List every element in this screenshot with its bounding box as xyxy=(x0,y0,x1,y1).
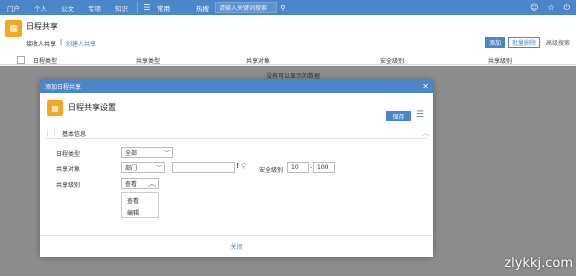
user-icon[interactable]: ☺ xyxy=(530,3,538,12)
add-share-dialog: 添加日程共享 ✕ ▦ 日程共享设置 保存 ☰ ⋮⋮ 基本信息 ︿ 日程类型 全部… xyxy=(40,80,433,257)
save-button[interactable]: 保存 xyxy=(386,111,411,121)
close-icon[interactable]: ✕ xyxy=(422,82,429,91)
column-header-share-level[interactable]: 共享级别 xyxy=(488,56,512,65)
list-icon[interactable]: ☰ xyxy=(416,110,424,120)
row-share-target: 共享对象 部门 ﹀ ! ⚲ 安全级别 10 - 100 xyxy=(40,161,433,175)
menu-icon[interactable]: ☰ xyxy=(140,3,154,12)
row-share-level: 共享级别 查看 ︿ xyxy=(40,177,433,191)
page-title: 日程共享 xyxy=(26,22,58,31)
share-target-type-select[interactable]: 部门 ﹀ xyxy=(121,162,165,173)
share-level-select[interactable]: 查看 ︿ xyxy=(121,178,159,189)
column-header-share-type[interactable]: 共享类型 xyxy=(136,56,160,65)
search-input[interactable]: 请输入关键词搜索 xyxy=(215,2,277,13)
required-icon: ! xyxy=(236,162,240,170)
tab-creator-share[interactable]: 创建人共享 xyxy=(66,39,96,48)
calendar-icon: ▦ xyxy=(47,100,63,116)
chevron-down-icon: ﹀ xyxy=(163,150,170,157)
nav-personal[interactable]: 个人 xyxy=(27,3,54,13)
collapse-icon[interactable]: ︿ xyxy=(422,128,429,138)
column-header-schedule-type[interactable]: 日程类型 xyxy=(33,56,57,65)
dialog-heading: 日程共享设置 xyxy=(68,103,116,112)
nav-special[interactable]: 专项 xyxy=(81,3,108,13)
common-menu[interactable]: 常用 xyxy=(157,3,170,13)
security-max-input[interactable]: 100 xyxy=(313,162,335,173)
page-header: ▦ 日程共享 接收人共享 | 创建人共享 添加 批量删除 高级搜索 xyxy=(0,15,576,55)
tab-separator: | xyxy=(60,39,63,46)
range-dash: - xyxy=(310,164,313,171)
nav-knowledge[interactable]: 知识 xyxy=(108,3,135,13)
star-icon[interactable]: ☆ xyxy=(548,3,555,12)
section-basic-info[interactable]: ⋮⋮ 基本信息 ︿ xyxy=(44,128,429,139)
nav-documents[interactable]: 公文 xyxy=(54,3,81,13)
security-max-value: 100 xyxy=(317,164,329,171)
label-schedule-type: 日程类型 xyxy=(56,151,81,158)
chevron-down-icon: ﹀ xyxy=(155,165,162,172)
security-min-value: 10 xyxy=(291,164,299,171)
row-schedule-type: 日程类型 全部 ﹀ xyxy=(40,146,433,160)
dropdown-option-view[interactable]: 查看 xyxy=(122,195,158,205)
schedule-type-value: 全部 xyxy=(125,150,138,157)
label-security-level: 安全级别 xyxy=(259,167,284,174)
security-min-input[interactable]: 10 xyxy=(287,162,309,173)
share-level-value: 查看 xyxy=(125,181,138,188)
toolbar: 添加 批量删除 高级搜索 xyxy=(484,37,570,48)
dialog-footer: 关闭 xyxy=(40,235,433,257)
header-actions: ☺ ☆ ⏻ xyxy=(530,0,570,15)
section-title: 基本信息 xyxy=(62,130,87,138)
close-button[interactable]: 关闭 xyxy=(230,242,242,251)
tab-receiver-share[interactable]: 接收人共享 xyxy=(26,39,56,48)
advanced-search-button[interactable]: 高级搜索 xyxy=(543,38,570,47)
chevron-up-icon: ︿ xyxy=(148,179,156,188)
power-icon[interactable]: ⏻ xyxy=(564,3,570,13)
label-share-target: 共享对象 xyxy=(56,166,81,173)
search-icon[interactable]: ⚲ xyxy=(241,162,246,170)
main-nav: 门户 个人 公文 专项 知识 xyxy=(0,0,135,15)
column-header-share-target[interactable]: 共享对象 xyxy=(246,56,270,65)
top-navigation-bar: 门户 个人 公文 专项 知识 ☰ 常用 热搜 请输入关键词搜索 ⚲ ☺ ☆ ⏻ xyxy=(0,0,576,15)
select-all-checkbox[interactable] xyxy=(17,55,25,64)
dialog-titlebar: 添加日程共享 ✕ xyxy=(40,80,433,93)
column-header-security-level[interactable]: 安全级别 xyxy=(380,56,404,65)
calendar-icon: ▦ xyxy=(5,20,22,37)
table-header: 日程类型 共享类型 共享对象 安全级别 共享级别 xyxy=(0,55,576,65)
drag-handle-icon: ⋮⋮ xyxy=(44,129,58,137)
search-icon[interactable]: ⚲ xyxy=(277,2,289,13)
divider xyxy=(137,2,138,13)
batch-delete-button[interactable]: 批量删除 xyxy=(507,37,540,48)
share-tabs: 接收人共享 | 创建人共享 xyxy=(26,39,96,48)
share-target-type-value: 部门 xyxy=(125,165,138,172)
dropdown-option-edit[interactable]: 编辑 xyxy=(122,207,158,217)
schedule-type-select[interactable]: 全部 ﹀ xyxy=(121,147,173,158)
share-target-input[interactable] xyxy=(172,162,235,173)
add-button[interactable]: 添加 xyxy=(484,37,505,48)
nav-portal[interactable]: 门户 xyxy=(0,3,27,13)
hot-search-dropdown[interactable]: 热搜 xyxy=(196,3,209,13)
watermark-text: zlykkj.com xyxy=(504,256,573,271)
label-share-level: 共享级别 xyxy=(56,182,81,189)
dialog-title: 添加日程共享 xyxy=(45,84,82,91)
share-level-dropdown: 查看 编辑 xyxy=(121,192,159,218)
